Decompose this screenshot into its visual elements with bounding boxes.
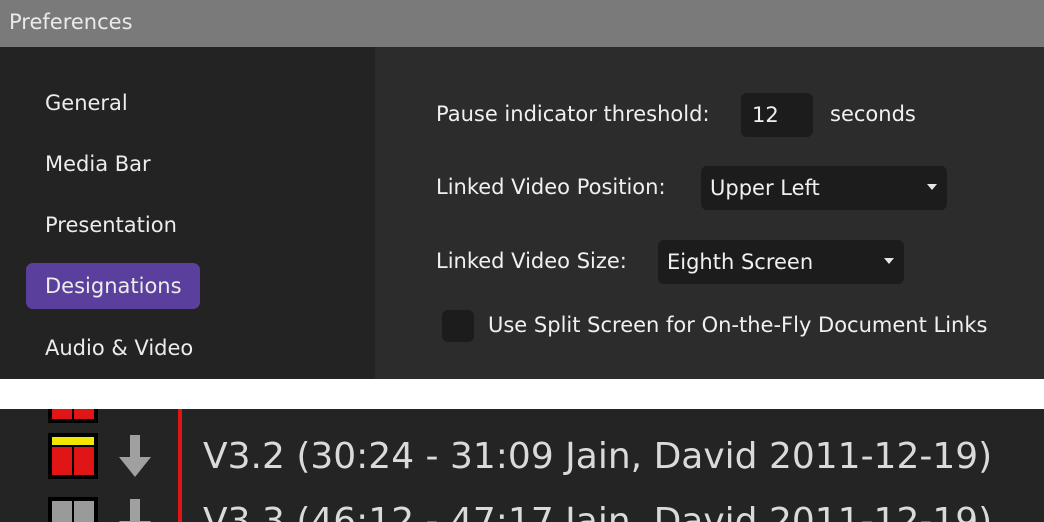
split-screen-checkbox[interactable]	[442, 310, 474, 342]
sidebar-item-media-bar[interactable]: Media Bar	[26, 141, 169, 187]
linked-video-position-value: Upper Left	[710, 176, 820, 200]
window-title: Preferences	[0, 0, 1044, 47]
sidebar-item-designations[interactable]: Designations	[26, 263, 200, 309]
designation-gray-icon	[48, 497, 98, 522]
divider	[0, 379, 1044, 409]
linked-video-position-label: Linked Video Position:	[436, 175, 666, 199]
sidebar: General Media Bar Presentation Designati…	[0, 47, 375, 379]
sidebar-item-presentation[interactable]: Presentation	[26, 202, 195, 248]
linked-video-size-select[interactable]: Eighth Screen	[658, 240, 904, 284]
settings-panel: Pause indicator threshold: 12 seconds Li…	[375, 47, 1044, 379]
designation-text: V3.3 (46:12 - 47:17 Jain, David 2011-12-…	[203, 501, 993, 522]
pause-threshold-unit: seconds	[830, 102, 916, 126]
chevron-down-icon	[884, 258, 894, 264]
linked-video-size-value: Eighth Screen	[667, 250, 814, 274]
sidebar-item-audio-video[interactable]: Audio & Video	[26, 325, 211, 371]
designation-red-icon	[48, 409, 98, 423]
arrow-down-icon[interactable]	[118, 497, 152, 522]
designation-text: V3.2 (30:24 - 31:09 Jain, David 2011-12-…	[203, 436, 993, 477]
designations-list: V3.2 (30:24 - 31:09 Jain, David 2011-12-…	[0, 409, 1044, 522]
pause-threshold-input[interactable]: 12	[741, 93, 813, 137]
pause-threshold-label: Pause indicator threshold:	[436, 102, 710, 126]
sidebar-item-general[interactable]: General	[26, 80, 146, 126]
timeline-marker	[178, 409, 182, 522]
split-screen-label[interactable]: Use Split Screen for On-the-Fly Document…	[488, 313, 987, 337]
linked-video-position-select[interactable]: Upper Left	[701, 166, 947, 210]
arrow-down-icon[interactable]	[118, 433, 152, 479]
linked-video-size-label: Linked Video Size:	[436, 249, 627, 273]
designation-red-icon	[48, 433, 98, 479]
chevron-down-icon	[927, 184, 937, 190]
